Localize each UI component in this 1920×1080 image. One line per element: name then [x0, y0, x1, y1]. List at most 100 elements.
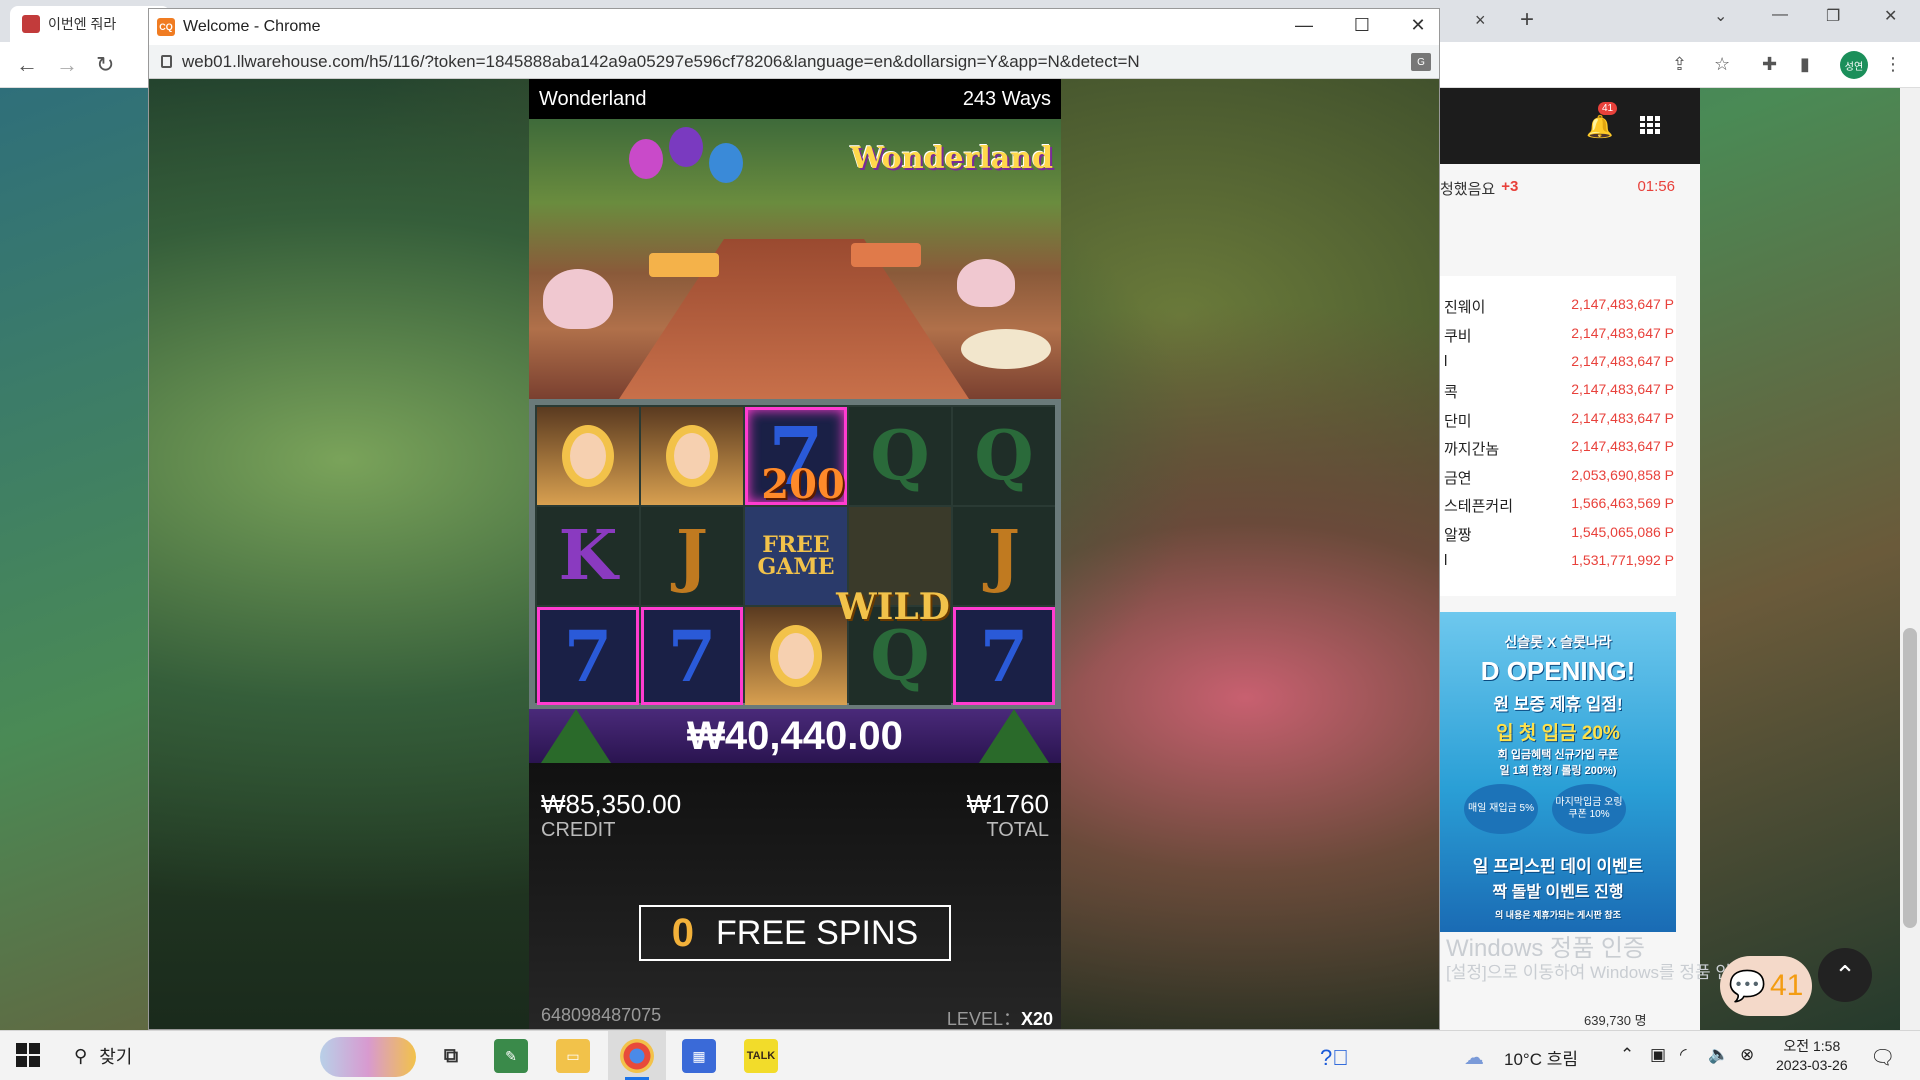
task-view-icon[interactable]: ⧉ — [434, 1039, 468, 1073]
credit-value: ₩85,350.00 — [541, 789, 682, 819]
share-icon[interactable]: ⇪ — [1672, 54, 1687, 75]
promo-banner[interactable]: 신슬롯 X 슬롯나라 D OPENING! 원 보증 제휴 입점! 입 첫 입금… — [1440, 612, 1676, 932]
tray-chevron-icon[interactable]: ⌃ — [1620, 1045, 1634, 1065]
notice-text: 청했음요 — [1440, 181, 1496, 198]
cake-icon — [851, 243, 921, 267]
chat-icon: 💬 — [1728, 969, 1766, 1003]
windows-taskbar: ⚲ 찾기 ⧉ ✎ ▭ ▦ TALK ?⃝ ☁ 10°C 흐림 ⌃ ▣ ◜ 🔈 ⊗… — [0, 1030, 1920, 1080]
restore-icon[interactable]: ❐ — [1826, 6, 1840, 26]
slot-reels: 7 Q Q K J FREE GAME J 7 7 Q 7 — [529, 399, 1061, 709]
kakaotalk-icon[interactable]: TALK — [744, 1039, 778, 1073]
popup-title-bar: CQ Welcome - Chrome — [149, 9, 1439, 45]
game-logo: Wonderland — [850, 141, 1053, 176]
chat-button[interactable]: 💬 41 — [1720, 956, 1812, 1016]
balloon-icon — [669, 127, 703, 167]
free-spins-count: 0 — [671, 910, 695, 955]
popup-url-text: web01.llwarehouse.com/h5/116/?token=1845… — [182, 51, 1140, 71]
symbol-k: K — [537, 507, 639, 605]
tab-close-icon[interactable]: × — [1475, 10, 1486, 31]
symbol-seven: 7 — [537, 607, 639, 705]
file-explorer-icon[interactable]: ▭ — [556, 1039, 590, 1073]
total-win-amount: ₩40,440.00 — [687, 713, 903, 758]
forward-icon[interactable]: → — [56, 52, 78, 78]
free-spins-box: 0 FREE SPINS — [639, 905, 951, 961]
weather-text[interactable]: 10°C 흐림 — [1504, 1045, 1578, 1070]
ime-icon[interactable]: ⊗ — [1740, 1045, 1754, 1065]
symbol-q: Q — [849, 407, 951, 505]
cake-icon — [649, 253, 719, 277]
grid-menu-icon[interactable] — [1640, 116, 1660, 134]
ranking-row: l 2,147,483,647 P — [1444, 353, 1674, 370]
taskbar-clock[interactable]: 오전 1:58 2023-03-26 — [1776, 1037, 1848, 1075]
total-bet-value: ₩1760 — [966, 789, 1049, 819]
site-header — [1440, 88, 1700, 164]
popup-maximize-icon[interactable]: ☐ — [1347, 15, 1377, 36]
popup-minimize-icon[interactable]: — — [1289, 15, 1319, 36]
game-popup-window: CQ Welcome - Chrome — ☐ ✕ web01.llwareho… — [148, 8, 1440, 1030]
background-tab[interactable]: 이번엔 줘라 — [10, 6, 170, 42]
notepad-icon[interactable]: ✎ — [494, 1039, 528, 1073]
level-label: LEVEL： — [946, 1009, 1021, 1029]
symbol-seven: 7 — [953, 607, 1055, 705]
background-tab-title: 이번엔 줘라 — [48, 16, 117, 32]
member-count: 639,730 명 — [1584, 1013, 1647, 1028]
ranking-row: 까지간놈 2,147,483,647 P — [1444, 438, 1674, 458]
calculator-icon[interactable]: ▦ — [682, 1039, 716, 1073]
game-ways: 243 Ways — [962, 87, 1051, 110]
symbol-alice — [641, 407, 743, 505]
popup-title: Welcome - Chrome — [183, 18, 321, 35]
ranking-row: 진웨이 2,147,483,647 P — [1444, 296, 1674, 316]
popup-favicon-icon: CQ — [157, 18, 175, 36]
level-indicator: LEVEL：X20 — [946, 1005, 1053, 1029]
symbol-seven: 7 — [641, 607, 743, 705]
back-icon[interactable]: ← — [16, 52, 38, 78]
search-label: 찾기 — [99, 1047, 133, 1067]
start-menu-icon[interactable] — [16, 1043, 40, 1067]
game-header: Wonderland 243 Ways — [529, 79, 1061, 119]
scroll-top-button[interactable]: ⌃ — [1818, 948, 1872, 1002]
sidepanel-icon[interactable]: ▮ — [1800, 54, 1810, 75]
search-highlight-art — [320, 1037, 416, 1077]
notice-plus: +3 — [1501, 178, 1519, 195]
notice-item[interactable]: 청했음요 +3 01:56 — [1440, 178, 1675, 199]
ranking-row: 금연 2,053,690,858 P — [1444, 467, 1674, 487]
notification-center-icon[interactable]: 🗨 — [1870, 1045, 1895, 1070]
balloon-icon — [709, 143, 743, 183]
reload-icon[interactable]: ↻ — [96, 52, 114, 78]
total-win-bar: ₩40,440.00 — [529, 709, 1061, 763]
symbol-alice — [537, 407, 639, 505]
lock-icon — [161, 55, 172, 68]
chat-count: 41 — [1769, 969, 1804, 1002]
device-icon[interactable]: ▣ — [1650, 1045, 1666, 1065]
ranking-row: 단미 2,147,483,647 P — [1444, 410, 1674, 430]
plate-icon — [961, 329, 1051, 369]
page-scrollbar[interactable] — [1900, 88, 1920, 1030]
star-icon[interactable]: ☆ — [1714, 54, 1730, 75]
clock-date: 2023-03-26 — [1776, 1057, 1848, 1073]
site-favicon-icon — [22, 15, 40, 33]
minimize-icon[interactable]: — — [1772, 6, 1788, 24]
extensions-icon[interactable]: ✚ — [1762, 54, 1777, 75]
teapot-icon — [543, 269, 613, 329]
symbol-free-game: FREE GAME — [745, 507, 847, 605]
new-tab-icon[interactable]: + — [1520, 6, 1534, 34]
total-bet-label: TOTAL — [986, 819, 1049, 841]
translate-icon[interactable]: G — [1411, 53, 1431, 71]
profile-avatar[interactable]: 성연 — [1840, 51, 1868, 79]
close-icon[interactable]: ✕ — [1884, 6, 1897, 26]
ranking-row: 쿠비 2,147,483,647 P — [1444, 325, 1674, 345]
popup-address-bar[interactable]: web01.llwarehouse.com/h5/116/?token=1845… — [149, 45, 1439, 79]
chevron-down-icon[interactable]: ⌄ — [1714, 6, 1727, 26]
cloud-icon: ☁ — [1464, 1047, 1484, 1069]
menu-icon[interactable]: ⋮ — [1884, 54, 1902, 75]
game-round-id: 648098487075 — [541, 1005, 662, 1025]
volume-icon[interactable]: 🔈 — [1708, 1045, 1729, 1065]
wild-label: WILD — [836, 586, 950, 628]
popup-close-icon[interactable]: ✕ — [1403, 15, 1433, 36]
chrome-icon[interactable] — [620, 1039, 654, 1073]
bell-icon[interactable]: 🔔 — [1586, 114, 1613, 140]
network-icon[interactable]: ◜ — [1680, 1045, 1687, 1065]
help-icon[interactable]: ?⃝ — [1320, 1045, 1349, 1071]
teapot-icon — [957, 259, 1015, 307]
ranking-row: 콕 2,147,483,647 P — [1444, 381, 1674, 401]
